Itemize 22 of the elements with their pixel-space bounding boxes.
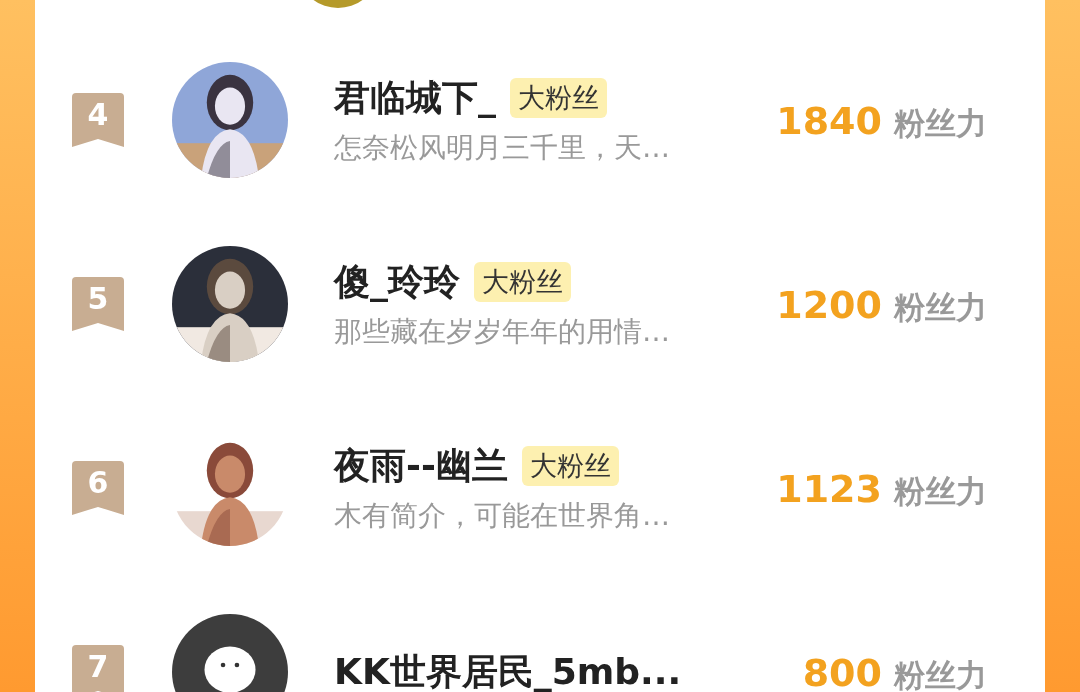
user-name: 君临城下_ xyxy=(334,75,496,120)
fan-badge: 大粉丝 xyxy=(510,78,607,118)
score-unit: 粉丝力 xyxy=(894,656,987,692)
user-bio: 木有简介，可能在世界角… xyxy=(334,497,671,534)
fan-score: 1123 xyxy=(776,467,882,511)
fan-score: 1200 xyxy=(776,283,882,327)
fan-badge: 大粉丝 xyxy=(521,446,619,486)
rank-ribbon: 5 xyxy=(72,277,124,331)
user-name: 夜雨--幽兰 xyxy=(334,443,508,488)
user-bio: 那些藏在岁岁年年的用情… xyxy=(334,313,671,350)
fan-score: 1840 xyxy=(776,99,882,143)
fan-badge: 大粉丝 xyxy=(474,262,571,302)
fan-score: 800 xyxy=(802,651,882,692)
rank-ribbon: 6 xyxy=(72,461,124,515)
rank-ribbon: 4 xyxy=(72,93,124,147)
user-bio: 怎奈松风明月三千里，天… xyxy=(334,129,671,166)
user-name: 傻_玲玲 xyxy=(334,259,460,304)
score-unit: 粉丝力 xyxy=(894,472,987,511)
score-unit: 粉丝力 xyxy=(894,104,987,143)
score-unit: 粉丝力 xyxy=(894,288,987,327)
user-name: KK世界居民_5mb... xyxy=(334,649,682,692)
rank-ribbon: 7 xyxy=(72,645,124,692)
